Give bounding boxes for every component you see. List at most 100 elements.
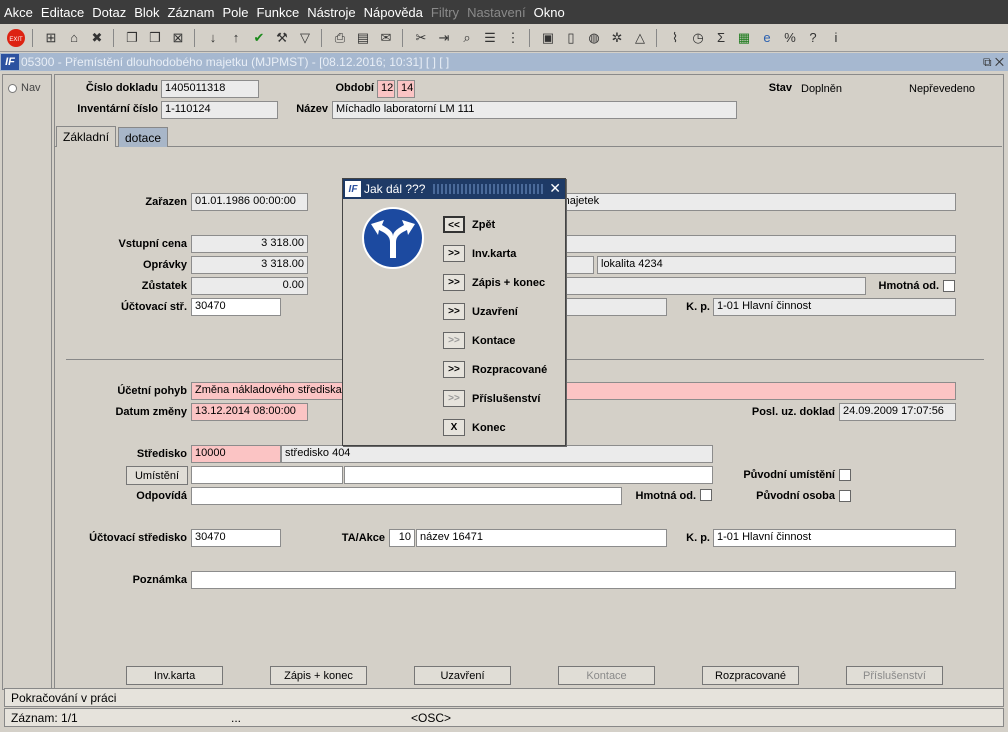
kontace-button[interactable]: Kontace: [558, 666, 655, 685]
nazev-field[interactable]: Míchadlo laboratorní LM 111: [332, 101, 737, 119]
posl-uz-doklad-field[interactable]: 24.09.2009 17:07:56: [839, 403, 956, 421]
tab-zakladni[interactable]: Základní: [56, 126, 117, 147]
stredisko-label: Středisko: [136, 448, 187, 460]
uctovaci-str-field[interactable]: 30470: [191, 298, 281, 316]
puvodni-umisteni-checkbox[interactable]: [839, 469, 851, 481]
nav-radio[interactable]: [8, 84, 17, 93]
umisteni-field[interactable]: [344, 466, 713, 484]
help-icon[interactable]: ?: [803, 28, 823, 48]
remove-icon[interactable]: ⊠: [168, 28, 188, 48]
close-icon[interactable]: ✕: [549, 180, 561, 197]
zapis-konec-button[interactable]: Zápis + konec: [270, 666, 367, 685]
datum-zmeny-label: Datum změny: [115, 406, 187, 418]
poznamka-field[interactable]: [191, 571, 956, 589]
rozpracovane-button[interactable]: Rozpracované: [702, 666, 799, 685]
umisteni-button[interactable]: Umístění: [126, 466, 188, 485]
majetek-field[interactable]: ý majetek: [548, 193, 956, 211]
paste-icon[interactable]: ❒: [145, 28, 165, 48]
datum-zmeny-field[interactable]: 13.12.2014 08:00:00: [191, 403, 308, 421]
dialog-option-button[interactable]: >>: [443, 332, 465, 349]
delete-icon[interactable]: ✖: [87, 28, 107, 48]
menu-item[interactable]: Nastavení: [467, 5, 526, 20]
globe-icon[interactable]: ◍: [584, 28, 604, 48]
puvodni-osoba-checkbox[interactable]: [839, 490, 851, 502]
dialog-option-button[interactable]: <<: [443, 216, 465, 233]
document-icon[interactable]: ▣: [538, 28, 558, 48]
dialog-option-button[interactable]: >>: [443, 274, 465, 291]
sort-desc-icon[interactable]: ↑: [226, 28, 246, 48]
print-preview-icon[interactable]: ▤: [353, 28, 373, 48]
filter-icon[interactable]: ▽: [295, 28, 315, 48]
kp-upper-label: K. p.: [686, 301, 710, 313]
kp-upper-field[interactable]: 1-01 Hlavní činnost: [713, 298, 956, 316]
hmotna-od-upper-checkbox[interactable]: [943, 280, 955, 292]
chart-icon[interactable]: △: [630, 28, 650, 48]
tools-icon[interactable]: ⚒: [272, 28, 292, 48]
menu-item[interactable]: Filtry: [431, 5, 459, 20]
info-icon[interactable]: i: [826, 28, 846, 48]
umisteni-code-field[interactable]: [191, 466, 343, 484]
stredisko-field[interactable]: 10000: [191, 445, 281, 463]
percent-icon[interactable]: %: [780, 28, 800, 48]
vstupni-cena-field[interactable]: 3 318.00: [191, 235, 308, 253]
odpovida-field[interactable]: [191, 487, 622, 505]
print-icon[interactable]: ⎙: [330, 28, 350, 48]
excel-icon[interactable]: ▦: [734, 28, 754, 48]
lokalita-field[interactable]: lokalita 4234: [597, 256, 956, 274]
inventarni-cislo-field[interactable]: 1-110124: [161, 101, 278, 119]
dialog-option-button[interactable]: X: [443, 419, 465, 436]
menu-item[interactable]: Dotaz: [92, 5, 126, 20]
cislo-dokladu-field[interactable]: 1405011318: [161, 80, 259, 98]
settings-icon[interactable]: ✲: [607, 28, 627, 48]
prislusenstvi-button[interactable]: Příslušenství: [846, 666, 943, 685]
opravky-field[interactable]: 3 318.00: [191, 256, 308, 274]
ta-akce-field[interactable]: 10: [389, 529, 415, 547]
uctovaci-stredisko-field[interactable]: 30470: [191, 529, 281, 547]
window-controls[interactable]: ⧉ ✕: [983, 55, 1004, 70]
menu-item[interactable]: Blok: [134, 5, 159, 20]
graph-icon[interactable]: ⌇: [665, 28, 685, 48]
menu-item[interactable]: Editace: [41, 5, 84, 20]
page-icon[interactable]: ▯: [561, 28, 581, 48]
list-icon[interactable]: ☰: [480, 28, 500, 48]
menu-item[interactable]: Nástroje: [307, 5, 355, 20]
stredisko-name-field[interactable]: středisko 404: [281, 445, 713, 463]
menu-item[interactable]: Funkce: [257, 5, 300, 20]
menu-item[interactable]: Záznam: [168, 5, 215, 20]
lookup-icon[interactable]: ⌕: [457, 28, 477, 48]
internet-icon[interactable]: e: [757, 28, 777, 48]
tab-dotace[interactable]: dotace: [118, 127, 169, 147]
dialog-option-button[interactable]: >>: [443, 245, 465, 262]
obdobi-month-field[interactable]: 12: [377, 80, 395, 98]
export-icon[interactable]: ⇥: [434, 28, 454, 48]
sort-asc-icon[interactable]: ↓: [203, 28, 223, 48]
copy-icon[interactable]: ❐: [122, 28, 142, 48]
menu-item[interactable]: Pole: [223, 5, 249, 20]
check-icon[interactable]: ✔: [249, 28, 269, 48]
uzavreni-button[interactable]: Uzavření: [414, 666, 511, 685]
obdobi-year-field[interactable]: 14: [397, 80, 415, 98]
kp-field[interactable]: 1-01 Hlavní činnost: [713, 529, 956, 547]
vstupni-extra-field[interactable]: 6: [548, 235, 956, 253]
tree-icon[interactable]: ⋮: [503, 28, 523, 48]
ta-akce-name-field[interactable]: název 16471: [416, 529, 667, 547]
menu-item[interactable]: Nápověda: [364, 5, 423, 20]
inv-karta-button[interactable]: Inv.karta: [126, 666, 223, 685]
sum-icon[interactable]: Σ: [711, 28, 731, 48]
cut-icon[interactable]: ✂: [411, 28, 431, 48]
dialog-option-button[interactable]: >>: [443, 303, 465, 320]
calendar-icon[interactable]: ◷: [688, 28, 708, 48]
mail-icon[interactable]: ✉: [376, 28, 396, 48]
exit-icon[interactable]: EXIT: [6, 28, 26, 48]
hmotna-od-checkbox[interactable]: [700, 489, 712, 501]
menu-item[interactable]: Akce: [4, 5, 33, 20]
dialog-option-button[interactable]: >>: [443, 361, 465, 378]
insert-icon[interactable]: ⌂: [64, 28, 84, 48]
dialog-option-button[interactable]: >>: [443, 390, 465, 407]
add-record-icon[interactable]: ⊞: [41, 28, 61, 48]
zarazen-field[interactable]: 01.01.1986 00:00:00: [191, 193, 308, 211]
zustatek-extra-field[interactable]: [548, 277, 866, 295]
ucetni-pohyb-field[interactable]: Změna nákladového střediska: [191, 382, 956, 400]
zustatek-field[interactable]: 0.00: [191, 277, 308, 295]
menu-item[interactable]: Okno: [534, 5, 565, 20]
